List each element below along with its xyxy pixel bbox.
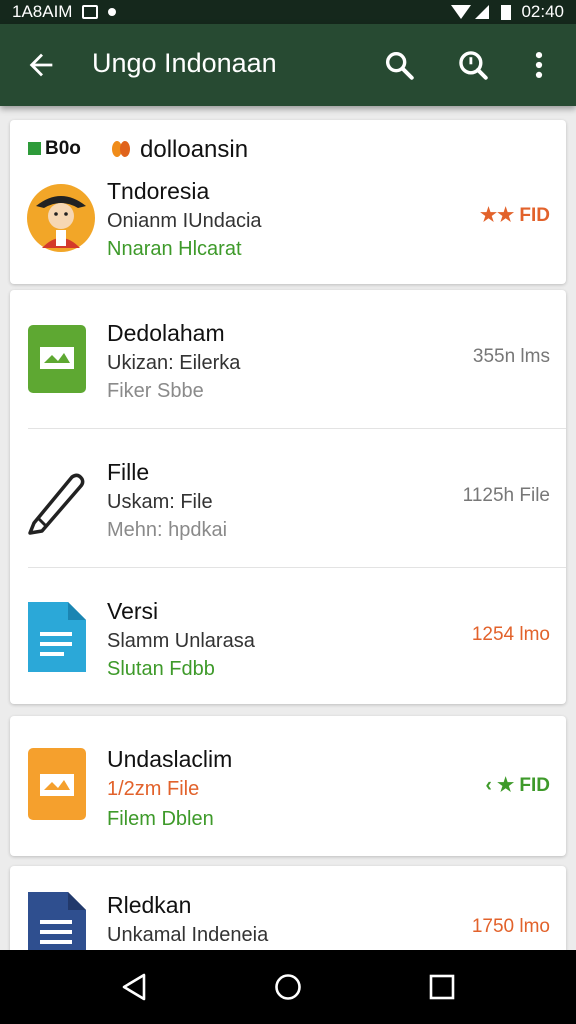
nav-bar bbox=[0, 950, 576, 1024]
item-meta: 1125h File bbox=[462, 485, 550, 506]
featured-name: Tndoresia bbox=[107, 178, 210, 204]
status-time: 02:40 bbox=[521, 2, 564, 21]
list-item[interactable]: Versi Slamm Unlarasa Slutan Fdbb 1254 lm… bbox=[10, 568, 566, 706]
item-line2: Slutan Fdbb bbox=[107, 658, 215, 680]
document-icon bbox=[28, 602, 86, 672]
item-meta: 355n lms bbox=[472, 346, 550, 367]
file-list-card: Undaslaclim 1/2zm File Filem Dblen ‹ ★ F… bbox=[10, 716, 566, 856]
status-bar: 1A8AIM 02:40 bbox=[0, 0, 576, 24]
item-line1: Uskam: File bbox=[107, 491, 213, 513]
item-name: Versi bbox=[107, 598, 159, 624]
list-item[interactable]: Undaslaclim 1/2zm File Filem Dblen ‹ ★ F… bbox=[10, 716, 566, 854]
nav-recents-icon[interactable] bbox=[428, 972, 456, 1002]
item-line2: Fiker Sbbe bbox=[107, 380, 204, 402]
notification-icon bbox=[82, 5, 99, 19]
image-file-icon bbox=[28, 748, 86, 820]
pencil-icon bbox=[28, 473, 85, 535]
featured-card[interactable]: B0o dolloansin Tndoresia Onianm IUndacia… bbox=[10, 120, 566, 284]
app-bar: Ungo Indonaan bbox=[0, 24, 576, 106]
arrow-back-icon[interactable] bbox=[24, 48, 58, 82]
dot-icon bbox=[108, 8, 117, 16]
battery-icon bbox=[501, 5, 512, 20]
nav-home-icon[interactable] bbox=[273, 972, 303, 1002]
featured-line1: Onianm IUndacia bbox=[107, 210, 262, 232]
content-area[interactable]: B0o dolloansin Tndoresia Onianm IUndacia… bbox=[0, 106, 576, 950]
item-name: Fille bbox=[107, 459, 150, 485]
list-item[interactable]: Fille Uskam: File Mehn: hpdkai 1125h Fil… bbox=[10, 429, 566, 567]
item-name: Undaslaclim bbox=[107, 746, 233, 772]
item-rating: ‹ ★ FID bbox=[485, 775, 550, 796]
item-line2: Filem Dblen bbox=[107, 808, 214, 830]
more-vert-icon[interactable] bbox=[522, 48, 556, 82]
item-name: Rledkan bbox=[107, 892, 192, 918]
file-list-card: Dedolaham Ukizan: Eilerka Fiker Sbbe 355… bbox=[10, 290, 566, 704]
nav-back-icon[interactable] bbox=[120, 972, 148, 1002]
item-name: Dedolaham bbox=[107, 320, 225, 346]
search-icon[interactable] bbox=[382, 48, 416, 82]
avatar-illustration bbox=[27, 184, 95, 252]
file-list-card: Rledkan Unkamal Indeneia 1750 lmo bbox=[10, 866, 566, 950]
page-title: Ungo Indonaan bbox=[92, 48, 277, 78]
list-item[interactable]: Rledkan Unkamal Indeneia 1750 lmo bbox=[10, 866, 566, 950]
featured-line2: Nnaran Hlcarat bbox=[107, 238, 242, 260]
item-meta: 1254 lmo bbox=[471, 624, 550, 645]
signal-icon bbox=[451, 5, 490, 19]
image-file-icon bbox=[28, 325, 86, 393]
zoom-search-icon[interactable] bbox=[456, 48, 490, 82]
status-left-text: 1A8AIM bbox=[12, 2, 73, 21]
flame-icon bbox=[112, 141, 130, 157]
item-line2: Mehn: hpdkai bbox=[107, 519, 228, 541]
green-square-icon bbox=[28, 142, 41, 155]
featured-rating: ★★ FID bbox=[480, 205, 550, 226]
item-line1: 1/2zm File bbox=[107, 778, 200, 800]
item-line1: Unkamal Indeneia bbox=[107, 924, 269, 946]
header-badge: B0o bbox=[45, 138, 81, 159]
item-line1: Slamm Unlarasa bbox=[107, 630, 255, 652]
item-line1: Ukizan: Eilerka bbox=[107, 352, 241, 374]
item-meta: 1750 lmo bbox=[471, 916, 550, 937]
document-icon bbox=[28, 892, 86, 950]
list-item[interactable]: Dedolaham Ukizan: Eilerka Fiker Sbbe 355… bbox=[10, 290, 566, 428]
header-heading: dolloansin bbox=[140, 136, 249, 163]
